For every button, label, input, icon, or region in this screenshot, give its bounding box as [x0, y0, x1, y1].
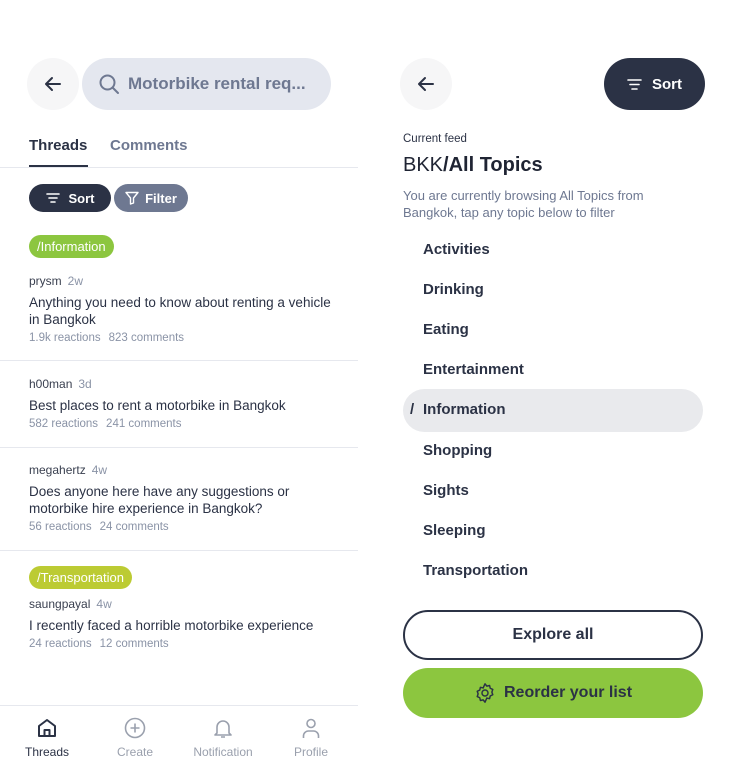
- selected-marker: /: [410, 401, 415, 418]
- feed-city: BKK: [403, 154, 444, 176]
- reactions-count: 56 reactions: [29, 521, 92, 533]
- feed-description: You are currently browsing All Topics fr…: [403, 188, 644, 220]
- sort-button[interactable]: Sort: [29, 184, 111, 212]
- nav-profile[interactable]: Profile: [271, 717, 351, 759]
- topic-sights[interactable]: Sights: [423, 482, 469, 499]
- topic-activities[interactable]: Activities: [423, 241, 490, 258]
- sort-label: Sort: [652, 75, 682, 93]
- reactions-count: 582 reactions: [29, 418, 99, 430]
- arrow-left-icon: [45, 77, 61, 91]
- comments-count: 24 comments: [99, 521, 169, 533]
- thread-title[interactable]: Does anyone here have any suggestions or…: [29, 483, 319, 517]
- current-feed-label: Current feed: [403, 133, 467, 145]
- username[interactable]: megahertz: [29, 463, 86, 477]
- search-icon: [99, 74, 119, 94]
- post-time: 4w: [91, 463, 108, 477]
- topic-information[interactable]: Information: [423, 401, 506, 418]
- post-time: 2w: [67, 274, 84, 288]
- reactions-count: 24 reactions: [29, 638, 92, 650]
- sort-label: Sort: [68, 190, 95, 206]
- topic-tag[interactable]: /Information: [29, 235, 114, 258]
- topic-drinking[interactable]: Drinking: [423, 281, 484, 298]
- username[interactable]: saungpayal: [29, 597, 90, 611]
- home-icon: [38, 719, 56, 737]
- back-button[interactable]: [400, 58, 452, 110]
- topic-entertainment[interactable]: Entertainment: [423, 361, 524, 378]
- tab-threads[interactable]: Threads: [29, 137, 87, 154]
- reorder-label: Reorder your list: [503, 684, 633, 701]
- filter-label: Filter: [145, 190, 177, 206]
- comments-count: 12 comments: [99, 638, 169, 650]
- gear-icon: [476, 683, 494, 703]
- topic-transportation[interactable]: Transportation: [423, 562, 528, 579]
- reorder-list-button[interactable]: Reorder your list: [403, 668, 703, 718]
- thread-item[interactable]: megahertz 4w Does anyone here have any su…: [29, 463, 319, 533]
- feed-topic: /All Topics: [443, 154, 543, 176]
- thread-title[interactable]: Anything you need to know about renting …: [29, 294, 339, 328]
- thread-title[interactable]: Best places to rent a motorbike in Bangk…: [29, 397, 339, 414]
- active-tab-indicator: [29, 165, 88, 167]
- post-time: 3d: [78, 377, 92, 391]
- explore-all-button[interactable]: Explore all: [403, 610, 703, 660]
- user-icon: [302, 718, 320, 738]
- filter-icon: [125, 191, 139, 205]
- sort-icon: [627, 78, 642, 90]
- divider: [0, 447, 358, 448]
- thread-item[interactable]: saungpayal 4w I recently faced a horrible…: [29, 597, 349, 650]
- nav-label: Profile: [293, 745, 328, 759]
- topic-tag[interactable]: /Transportation: [29, 566, 132, 589]
- thread-item[interactable]: prysm 2w Anything you need to know about …: [29, 274, 339, 344]
- search-input[interactable]: Motorbike rental req...: [82, 58, 331, 110]
- thread-title[interactable]: I recently faced a horrible motorbike ex…: [29, 617, 349, 634]
- plus-circle-icon: [124, 717, 146, 739]
- arrow-left-icon: [418, 77, 434, 91]
- username[interactable]: h00man: [29, 377, 72, 391]
- topic-eating[interactable]: Eating: [423, 321, 469, 338]
- thread-item[interactable]: h00man 3d Best places to rent a motorbike…: [29, 377, 339, 430]
- divider: [0, 550, 358, 551]
- reactions-count: 1.9k reactions: [29, 332, 101, 344]
- nav-create[interactable]: Create: [95, 717, 175, 759]
- nav-label: Notification: [193, 745, 253, 759]
- feed-title: BKK/All Topics: [403, 154, 543, 177]
- nav-label: Create: [116, 745, 154, 759]
- search-value: Motorbike rental req...: [128, 74, 306, 93]
- filter-button[interactable]: Filter: [114, 184, 188, 212]
- nav-label: Threads: [24, 745, 70, 759]
- post-time: 4w: [96, 597, 112, 611]
- bottom-nav-divider: [0, 705, 358, 706]
- comments-count: 241 comments: [106, 418, 182, 430]
- tabs-divider: [0, 167, 358, 168]
- sort-icon: [45, 193, 60, 203]
- topic-sleeping[interactable]: Sleeping: [423, 522, 486, 539]
- back-button[interactable]: [27, 58, 79, 110]
- bell-icon: [214, 720, 232, 738]
- username[interactable]: prysm: [29, 274, 62, 288]
- nav-notification[interactable]: Notification: [183, 717, 263, 759]
- nav-threads[interactable]: Threads: [7, 717, 87, 759]
- comments-count: 823 comments: [108, 332, 185, 344]
- tab-comments[interactable]: Comments: [110, 137, 188, 154]
- divider: [0, 360, 358, 361]
- sort-button[interactable]: Sort: [604, 58, 705, 110]
- topic-shopping[interactable]: Shopping: [423, 442, 492, 459]
